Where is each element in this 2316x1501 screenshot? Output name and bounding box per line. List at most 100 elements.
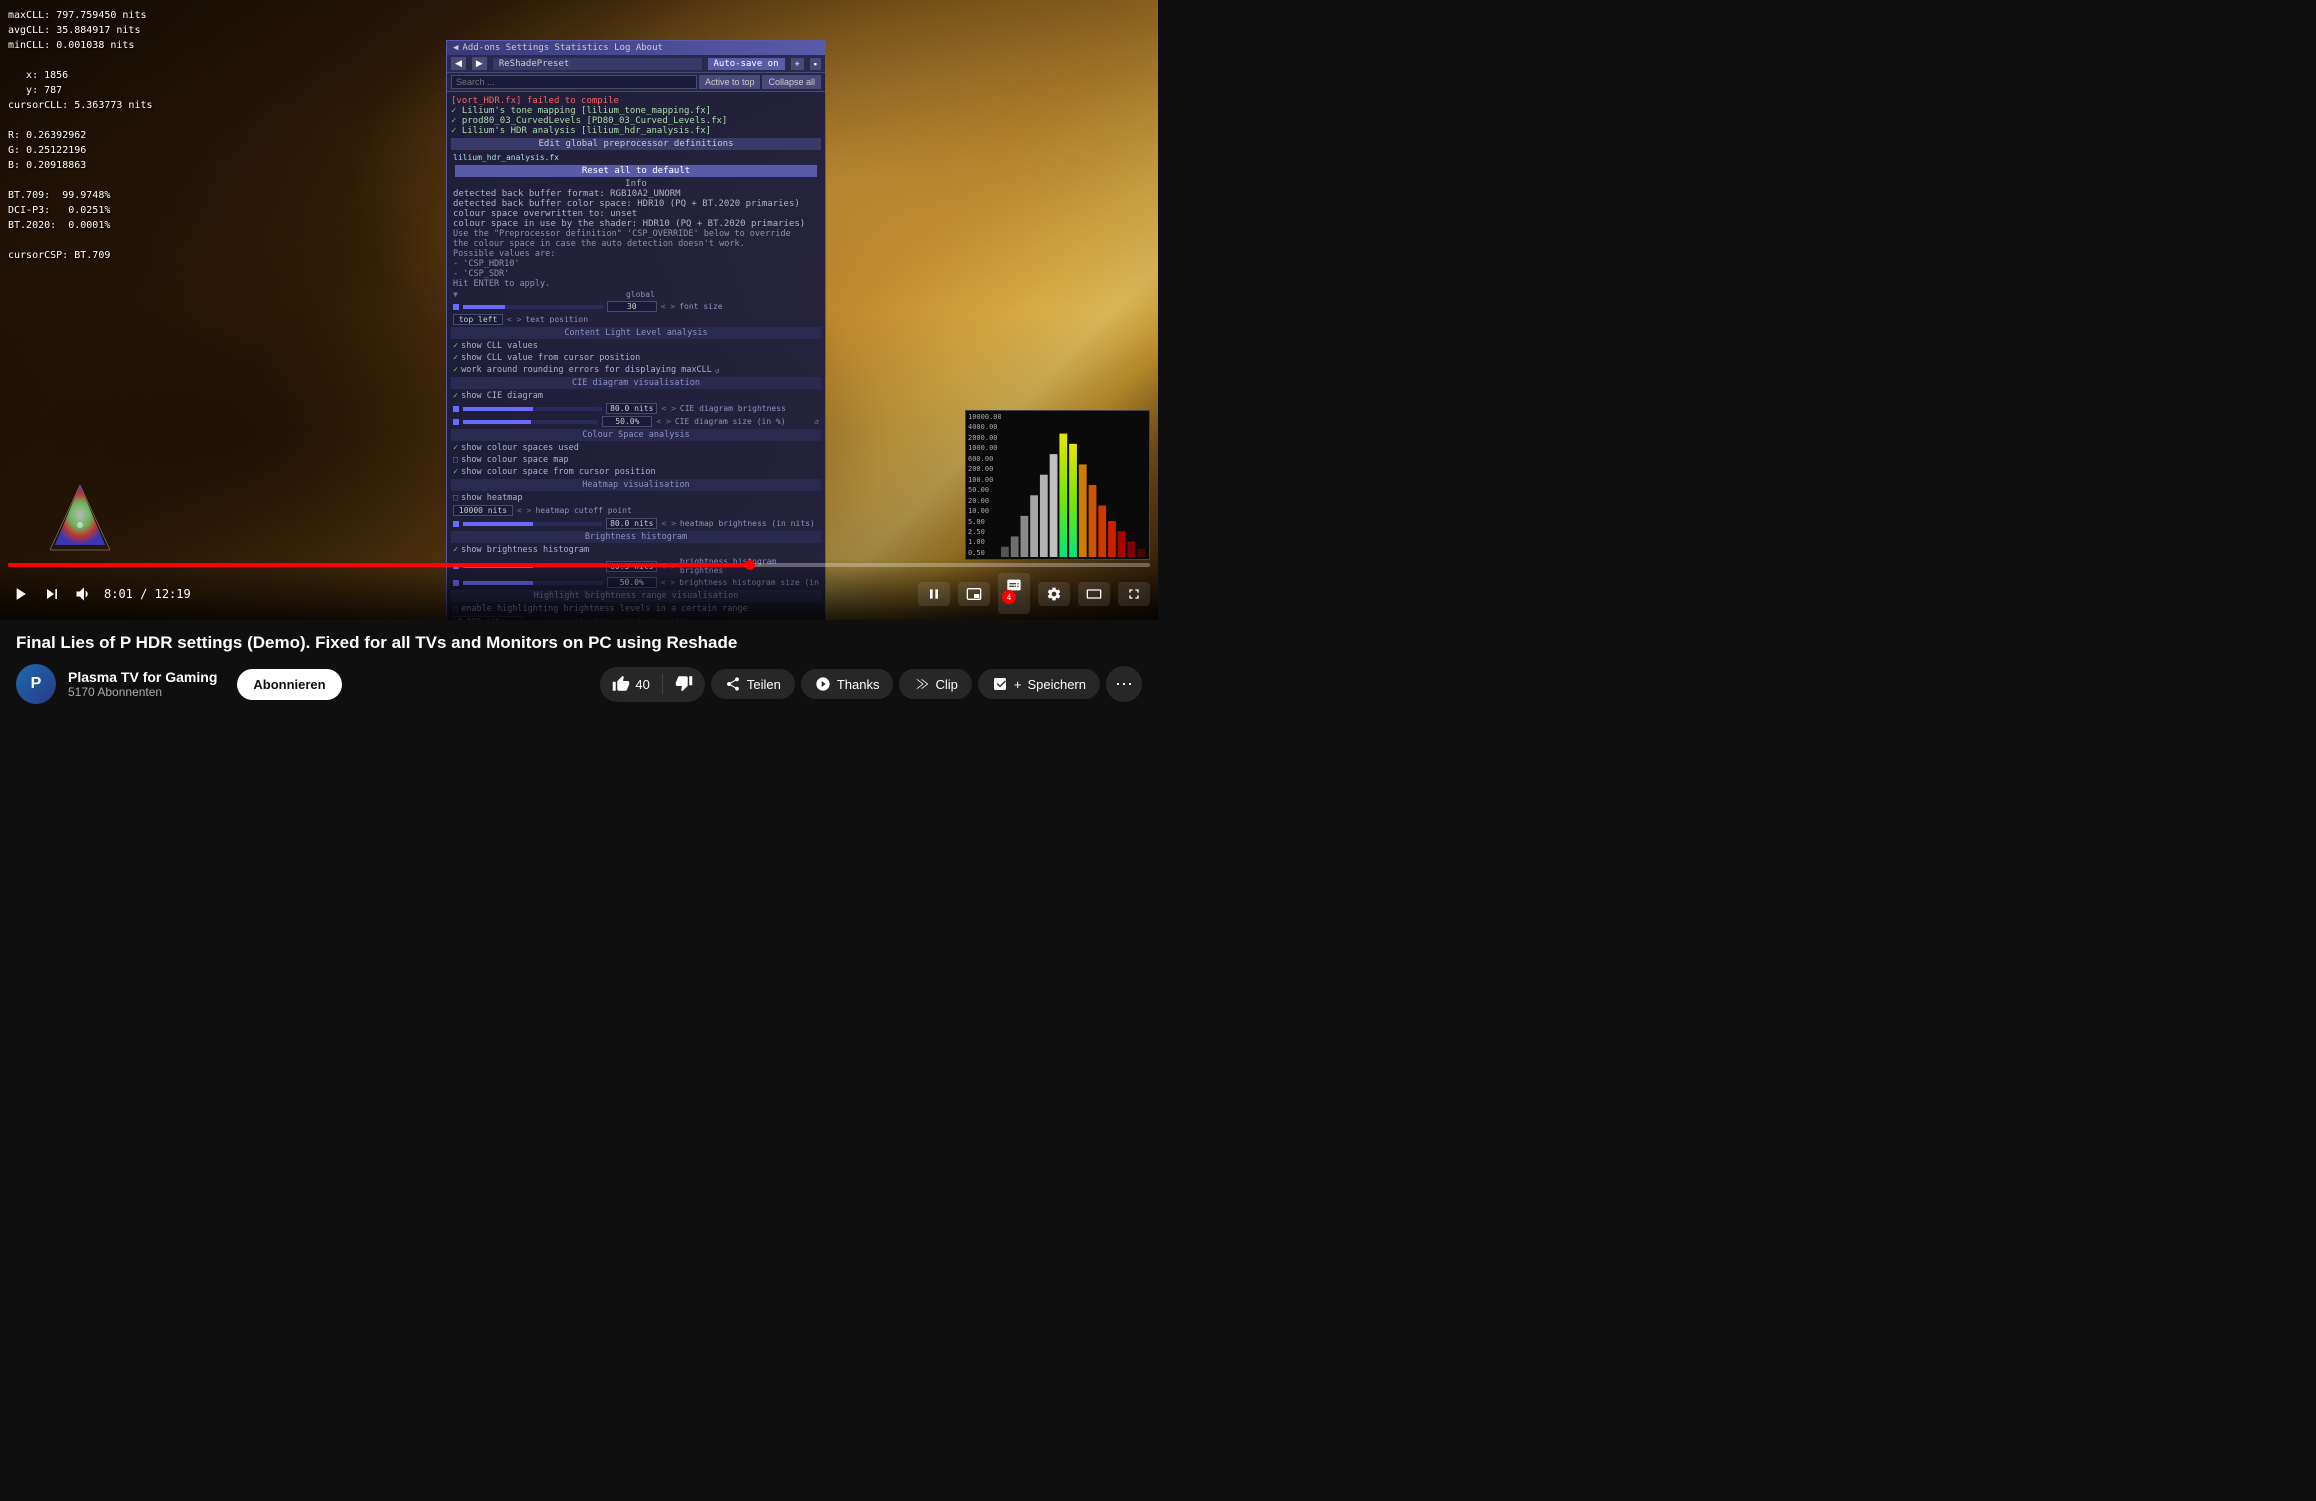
save-button[interactable]: + Speichern [978,669,1100,699]
video-title: Final Lies of P HDR settings (Demo). Fix… [16,632,1142,654]
theater-button[interactable] [1078,582,1110,606]
dislike-button[interactable] [663,667,705,702]
fullscreen-button[interactable] [1118,582,1150,606]
reshade-titlebar: ◀ Add-ons Settings Statistics Log About [447,41,825,55]
notif-badge: 4 [1002,590,1016,604]
like-dislike-group: 40 [600,667,704,702]
histogram-canvas: 10000.00 4000.00 2000.00 1000.00 600.00 … [966,411,1149,559]
channel-avatar: P [16,664,56,704]
shader-name-row: lilium_hdr_analysis.fx [451,152,821,163]
x-val: 1856 [44,70,68,81]
hud-overlay: maxCLL: 797.759450 nits avgCLL: 35.88491… [8,8,153,263]
settings-button[interactable] [1038,582,1070,606]
cie-brightness-label: CIE diagram brightness [680,404,819,413]
subtitles-button[interactable]: 4 [998,573,1030,614]
info-line-3: colour space overwritten to: unset [451,209,821,219]
cursorCSP-label: cursorCSP: [8,250,68,261]
histogram-chart [1001,413,1147,557]
avgCLL-label: avgCLL: [8,25,50,36]
cursorCLL-label: cursorCLL: [8,100,68,111]
desc-line-2: the colour space in case the auto detect… [451,239,821,249]
collapse-all-button[interactable]: Collapse all [762,75,821,89]
channel-info: Plasma TV for Gaming 5170 Abonnenten [68,669,217,699]
reshade-title: Add-ons Settings Statistics Log About [462,43,662,53]
BT709-label: BT.709: [8,190,50,201]
cie-brightness-row: 80.0 nits < > CIE diagram brightness [451,402,821,415]
plus-button[interactable]: + [791,58,804,70]
cie-size-val: 50.0% [602,416,652,427]
check-line-1: ✓ Lilium's tone mapping [lilium_tone_map… [451,106,821,116]
show-cie-row: ✓ show CIE diagram [451,390,821,402]
info-line-4: colour space in use by the shader: HDR10… [451,219,821,229]
play-button[interactable] [8,582,32,606]
progress-fill [8,563,750,567]
nav-forward-button[interactable]: ▶ [472,57,487,70]
like-button[interactable]: 40 [600,668,661,700]
info-line-2: detected back buffer color space: HDR10 … [451,199,821,209]
show-colour-cursor-row: ✓ show colour space from cursor position [451,466,821,478]
clip-button[interactable]: Clip [899,669,971,699]
show-cll-cursor-row: ✓ show CLL value from cursor position [451,352,821,364]
desc-line-4: - 'CSP_HDR10' [451,259,821,269]
like-count: 40 [635,677,649,692]
time-display: 8:01 / 12:19 [104,587,191,601]
reset-default-button[interactable]: Reset all to default [455,165,817,177]
G-val: 0.25122196 [26,145,86,156]
reshade-search-input[interactable] [451,75,697,89]
minus-button[interactable]: ▪ [810,58,821,70]
shader-name: lilium_hdr_analysis.fx [453,153,559,162]
maxCLL-label: maxCLL: [8,10,50,21]
maxCLL-val: 797.759450 nits [56,10,146,21]
reshade-toolbar: ◀ ▶ ReShadePreset Auto-save on + ▪ [447,55,825,73]
channel-name: Plasma TV for Gaming [68,669,217,685]
y-val: 787 [44,85,62,96]
info-line-1: detected back buffer format: RGB10A2_UNO… [451,189,821,199]
channel-row: P Plasma TV for Gaming 5170 Abonnenten A… [16,664,1142,704]
font-size-val: 30 [607,301,657,312]
action-buttons: 40 Teilen Thanks Clip [600,666,1142,702]
channel-subs: 5170 Abonnenten [68,685,217,699]
show-colour-spaces-row: ✓ show colour spaces used [451,442,821,454]
subscribe-button[interactable]: Abonnieren [237,669,341,700]
BT2020-label: BT.2020: [8,220,56,231]
miniplayer-button[interactable] [958,582,990,606]
controls-right: 4 [918,573,1150,614]
volume-button[interactable] [72,582,96,606]
minCLL-val: 0.001038 nits [56,40,134,51]
cie-section: CIE diagram visualisation [451,377,821,389]
video-container: maxCLL: 797.759450 nits avgCLL: 35.88491… [0,0,1158,620]
reshade-content: [vort_HDR.fx] failed to compile ✓ Lilium… [447,92,825,620]
cursorCLL-val: 5.363773 nits [74,100,152,111]
BT2020-val: 0.0001% [68,220,110,231]
heatmap-brightness-val: 80.0 nits [606,518,657,529]
R-label: R: [8,130,20,141]
next-button[interactable] [40,582,64,606]
progress-bar[interactable] [8,563,1150,567]
show-brightness-row: ✓ show brightness histogram [451,544,821,556]
share-button[interactable]: Teilen [711,669,795,699]
text-pos-val: top left [453,314,503,325]
show-cll-row: ✓ show CLL values [451,340,821,352]
show-colour-map-row: □ show colour space map [451,454,821,466]
auto-save-label: Auto-save on [708,58,785,70]
thanks-button[interactable]: Thanks [801,669,894,699]
pause-btn-right[interactable] [918,582,950,606]
preset-label: ReShadePreset [493,58,702,70]
cie-diagram [40,480,120,560]
minCLL-label: minCLL: [8,40,50,51]
R-val: 0.26392962 [26,130,86,141]
heatmap-brightness-row: 80.0 nits < > heatmap brightness (in nit… [451,517,821,530]
reshade-search-bar: Active to top Collapse all [447,73,825,92]
content-light-section: Content Light Level analysis [451,327,821,339]
show-heatmap-row: □ show heatmap [451,492,821,504]
more-button[interactable]: ⋯ [1106,666,1142,702]
B-label: B: [8,160,20,171]
text-pos-label: text position [525,315,819,324]
active-to-top-button[interactable]: Active to top [699,75,761,89]
DCIP3-val: 0.0251% [68,205,110,216]
global-label: global [462,290,819,299]
nav-back-button[interactable]: ◀ [451,57,466,70]
DCIP3-label: DCI-P3: [8,205,50,216]
desc-line-3: Possible values are: [451,249,821,259]
cursorCSP-val: BT.709 [74,250,110,261]
